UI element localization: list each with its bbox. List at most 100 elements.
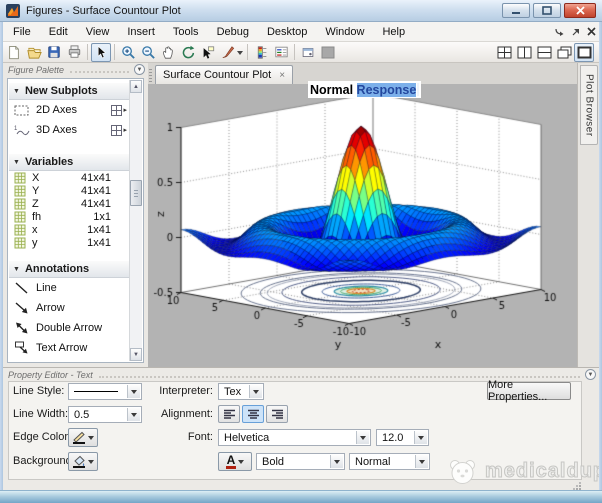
hide-plot-tools-icon[interactable] bbox=[298, 43, 318, 62]
close-button[interactable] bbox=[564, 3, 596, 18]
font-color-button[interactable]: A bbox=[218, 452, 252, 471]
tile-rows-icon[interactable] bbox=[534, 43, 554, 62]
zoom-in-icon[interactable] bbox=[118, 43, 138, 62]
variable-row-X[interactable]: X 41x41 bbox=[8, 171, 143, 184]
menubar-pane-controls bbox=[554, 27, 602, 37]
annotation-double-arrow[interactable]: Double Arrow bbox=[8, 318, 143, 338]
align-left-button[interactable] bbox=[218, 405, 240, 423]
font-weight-dropdown[interactable]: Bold bbox=[256, 453, 345, 470]
maximize-button[interactable] bbox=[533, 3, 561, 18]
menu-window[interactable]: Window bbox=[316, 24, 373, 40]
tab-surface-contour-plot[interactable]: Surface Countour Plot × bbox=[155, 65, 293, 84]
collapse-icon: ▼ bbox=[13, 159, 20, 166]
edge-color-button[interactable] bbox=[68, 428, 98, 447]
line-style-sample bbox=[74, 391, 118, 392]
menu-view[interactable]: View bbox=[77, 24, 119, 40]
section-annotations[interactable]: ▼ Annotations bbox=[9, 261, 129, 278]
line-style-dropdown[interactable] bbox=[68, 383, 142, 400]
resize-grip[interactable] bbox=[573, 482, 581, 490]
annotation-line[interactable]: Line bbox=[8, 278, 143, 298]
align-center-button[interactable] bbox=[242, 405, 264, 423]
window-border-bottom bbox=[0, 490, 602, 503]
tabstrip-gripper[interactable] bbox=[149, 67, 152, 82]
variable-row-x[interactable]: x 1x41 bbox=[8, 223, 143, 236]
axes-3d-icon: 1 bbox=[14, 124, 30, 137]
variable-row-fh[interactable]: fh 1x1 bbox=[8, 210, 143, 223]
scroll-up-icon[interactable]: ▲ bbox=[130, 80, 142, 93]
font-style-dropdown[interactable]: Normal bbox=[349, 453, 430, 470]
surface-plot-canvas[interactable] bbox=[148, 84, 577, 367]
menu-tools[interactable]: Tools bbox=[164, 24, 208, 40]
scroll-down-icon[interactable]: ▼ bbox=[130, 348, 142, 361]
maximize-tab-icon[interactable] bbox=[574, 43, 594, 62]
tab-close-icon[interactable]: × bbox=[279, 70, 285, 81]
interpreter-dropdown[interactable]: Tex bbox=[218, 383, 264, 400]
more-properties-button[interactable]: More Properties... bbox=[487, 382, 571, 400]
insert-colorbar-icon[interactable] bbox=[251, 43, 271, 62]
brush-icon[interactable] bbox=[218, 43, 238, 62]
matlab-figures-window: Figures - Surface Countour Plot File Edi… bbox=[0, 0, 602, 503]
tile-columns-icon[interactable] bbox=[514, 43, 534, 62]
line-width-dropdown[interactable]: 0.5 bbox=[68, 406, 142, 423]
dock-arrow-icon[interactable] bbox=[554, 27, 565, 37]
section-new-subplots[interactable]: ▼ New Subplots bbox=[9, 83, 129, 100]
line-annotation-icon bbox=[14, 280, 30, 296]
dropdown-caret-icon bbox=[415, 455, 428, 468]
font-size-dropdown[interactable]: 12.0 bbox=[376, 429, 429, 446]
menu-help[interactable]: Help bbox=[373, 24, 414, 40]
zoom-out-icon[interactable] bbox=[138, 43, 158, 62]
variable-row-y[interactable]: y 1x41 bbox=[8, 236, 143, 249]
tab-plot-browser[interactable]: Plot Browser bbox=[580, 65, 598, 145]
window-border-left bbox=[0, 22, 3, 490]
menu-desktop[interactable]: Desktop bbox=[258, 24, 316, 40]
new-file-icon[interactable] bbox=[4, 43, 24, 62]
palette-item-3d-axes[interactable]: 1 3D Axes ▸ bbox=[8, 120, 143, 140]
subplot-grid-button[interactable]: ▸ bbox=[111, 105, 127, 116]
font-family-dropdown[interactable]: Helvetica bbox=[218, 429, 371, 446]
dropdown-caret-icon bbox=[88, 460, 94, 467]
pointer-tool-icon[interactable] bbox=[91, 43, 111, 62]
float-windows-icon[interactable] bbox=[554, 43, 574, 62]
scrollbar-thumb[interactable] bbox=[130, 180, 142, 206]
tile-grid-icon[interactable] bbox=[494, 43, 514, 62]
open-file-icon[interactable] bbox=[24, 43, 44, 62]
property-editor-menu-button[interactable]: ▼ bbox=[585, 369, 596, 380]
dropdown-caret-icon bbox=[238, 460, 244, 467]
toolbar-separator bbox=[247, 44, 248, 60]
save-icon[interactable] bbox=[44, 43, 64, 62]
menu-file[interactable]: File bbox=[4, 24, 40, 40]
layout-buttons bbox=[494, 43, 602, 62]
title-bar: Figures - Surface Countour Plot bbox=[0, 0, 602, 22]
insert-legend-icon[interactable] bbox=[271, 43, 291, 62]
axes-2d-icon bbox=[14, 104, 30, 117]
print-icon[interactable] bbox=[64, 43, 84, 62]
collapse-icon: ▼ bbox=[13, 88, 20, 95]
property-editor-panel: Property Editor - Text ▼ Line Style: Int… bbox=[3, 367, 599, 490]
dropdown-caret-icon bbox=[249, 385, 262, 398]
font-color-icon: A bbox=[226, 454, 237, 469]
annotation-text-arrow[interactable]: Text Arrow bbox=[8, 338, 143, 358]
menu-debug[interactable]: Debug bbox=[208, 24, 258, 40]
variable-row-Y[interactable]: Y 41x41 bbox=[8, 184, 143, 197]
pan-hand-icon[interactable] bbox=[158, 43, 178, 62]
annotation-arrow[interactable]: Arrow bbox=[8, 298, 143, 318]
undock-icon[interactable] bbox=[571, 27, 581, 37]
palette-item-2d-axes[interactable]: 2D Axes ▸ bbox=[8, 100, 143, 120]
line-width-label: Line Width: bbox=[13, 408, 68, 420]
palette-menu-button[interactable]: ▼ bbox=[134, 64, 145, 75]
menu-edit[interactable]: Edit bbox=[40, 24, 77, 40]
plot-title-editor[interactable]: Normal Response bbox=[308, 81, 421, 98]
matrix-icon bbox=[14, 224, 26, 236]
subplot-grid-button[interactable]: ▸ bbox=[111, 125, 127, 136]
minimize-button[interactable] bbox=[502, 3, 530, 18]
close-pane-icon[interactable] bbox=[587, 27, 596, 36]
rotate-3d-icon[interactable] bbox=[178, 43, 198, 62]
menu-insert[interactable]: Insert bbox=[118, 24, 164, 40]
brush-dropdown-icon[interactable] bbox=[236, 45, 244, 59]
align-right-button[interactable] bbox=[266, 405, 288, 423]
data-cursor-icon[interactable] bbox=[198, 43, 218, 62]
background-color-button[interactable] bbox=[68, 452, 98, 471]
variable-row-Z[interactable]: Z 41x41 bbox=[8, 197, 143, 210]
palette-scrollbar[interactable]: ▲ ▼ bbox=[129, 80, 142, 361]
section-variables[interactable]: ▼ Variables bbox=[9, 154, 129, 171]
